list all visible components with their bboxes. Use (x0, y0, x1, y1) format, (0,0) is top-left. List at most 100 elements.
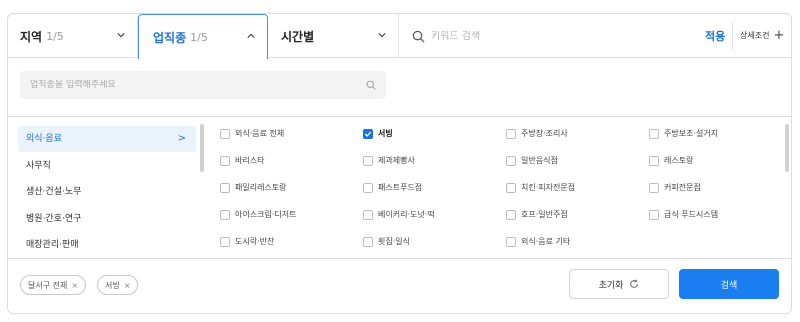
region-dropdown[interactable]: 지역 1/5 (8, 14, 138, 58)
checkbox-icon[interactable] (220, 128, 230, 139)
checkbox-icon[interactable] (506, 182, 516, 193)
subcategory-label: 호프·일반주점 (521, 210, 568, 219)
category-item-label: 외식·음료 (26, 134, 62, 144)
checkbox-icon[interactable] (506, 155, 516, 166)
subcategory-label: 치킨·피자전문점 (521, 183, 576, 192)
category-scrollbar[interactable] (200, 124, 204, 172)
job-dropdown-count: 1/5 (190, 30, 208, 44)
subcategory-option[interactable]: 횟집·일식 (363, 236, 410, 247)
checkbox-icon[interactable] (220, 209, 230, 220)
subcategory-option[interactable]: 제과제빵사 (363, 155, 415, 166)
subcategory-scrollbar[interactable] (785, 124, 789, 172)
job-search-input[interactable] (30, 80, 366, 90)
subcategory-option[interactable]: 커피전문점 (649, 182, 701, 193)
job-dropdown[interactable]: 업직종 1/5 (138, 14, 268, 59)
selected-chip: 서빙 × (97, 275, 139, 295)
checkbox-icon[interactable] (649, 209, 659, 220)
region-dropdown-label: 지역 (20, 29, 43, 44)
subcategory-label: 횟집·일식 (378, 237, 410, 246)
subcategory-option[interactable]: 도시락·반찬 (220, 236, 274, 247)
reset-button[interactable]: 초기화 (569, 269, 669, 299)
subcategory-option[interactable]: 베이커리·도넛·떡 (363, 209, 435, 220)
subcategory-option[interactable]: 주방장·조리사 (506, 128, 568, 139)
category-item[interactable]: 생산·건설·노무 (18, 179, 196, 205)
chip-label: 서빙 (105, 280, 120, 290)
advanced-filter-button[interactable]: 상세조건 + (740, 27, 785, 43)
divider (8, 258, 791, 259)
subcategory-option[interactable]: 레스토랑 (649, 155, 693, 166)
checkbox-checked-icon[interactable] (363, 128, 373, 139)
plus-icon: + (773, 27, 785, 43)
category-item[interactable]: 매장관리·판매 (18, 232, 196, 256)
category-item-label: 사무직 (26, 160, 51, 171)
subcategory-option[interactable]: 주방보조·설거지 (649, 128, 718, 139)
reset-button-label: 초기화 (598, 280, 624, 291)
chevron-down-icon (378, 33, 386, 38)
selected-chip: 달서구 전체 × (20, 275, 87, 295)
subcategory-grid: 외식·음료 전체 서빙 주방장·조리사 주방보조·설거지바리스타 제과제빵사 일반음식점 레… (220, 128, 785, 256)
subcategory-option[interactable]: 서빙 (363, 128, 393, 139)
checkbox-icon[interactable] (220, 236, 230, 247)
checkbox-icon[interactable] (363, 209, 373, 220)
checkbox-icon[interactable] (649, 155, 659, 166)
checkbox-icon[interactable] (506, 128, 516, 139)
subcategory-option[interactable]: 외식·음료 기타 (506, 236, 570, 247)
subcategory-option[interactable]: 일반음식점 (506, 155, 558, 166)
chip-label: 달서구 전체 (28, 280, 68, 290)
subcategory-option[interactable]: 급식·푸드시스템 (649, 209, 718, 220)
apply-button[interactable]: 적용 (705, 28, 725, 44)
category-item-label: 매장관리·판매 (26, 240, 79, 250)
checkbox-icon[interactable] (649, 128, 659, 139)
subcategory-option[interactable]: 치킨·피자전문점 (506, 182, 575, 193)
checkbox-icon[interactable] (220, 155, 230, 166)
checkbox-icon[interactable] (506, 236, 516, 247)
subcategory-label: 서빙 (378, 129, 393, 138)
chevron-down-icon (117, 33, 125, 38)
checkbox-icon[interactable] (649, 182, 659, 193)
subcategory-label: 일반음식점 (521, 156, 558, 165)
category-item[interactable]: 외식·음료 > (18, 126, 196, 152)
time-dropdown-label: 시간별 (281, 29, 315, 44)
category-item[interactable]: 병원·간호·연구 (18, 206, 196, 232)
category-item-label: 생산·건설·노무 (26, 187, 82, 197)
close-icon[interactable]: × (71, 281, 78, 290)
checkbox-icon[interactable] (363, 155, 373, 166)
subcategory-label: 커피전문점 (664, 183, 701, 192)
subcategory-option[interactable]: 바리스타 (220, 155, 264, 166)
divider (732, 22, 733, 50)
subcategory-label: 패밀리레스토랑 (235, 183, 287, 192)
category-item[interactable]: 사무직 (18, 153, 196, 179)
advanced-filter-label: 상세조건 (740, 31, 770, 40)
time-dropdown[interactable]: 시간별 (269, 14, 399, 58)
filter-panel: 지역 1/5 업직종 1/5 시간별 적용 상세조건 + 외식·음료 > 사무직생산… (7, 13, 792, 314)
subcategory-label: 급식·푸드시스템 (664, 210, 719, 219)
region-dropdown-count: 1/5 (46, 29, 64, 43)
category-list: 외식·음료 > 사무직생산·건설·노무병원·간호·연구매장관리·판매 (18, 126, 196, 256)
keyword-search-input[interactable] (431, 30, 671, 42)
chevron-right-icon: > (177, 133, 186, 144)
subcategory-option[interactable]: 아이스크림·디저트 (220, 209, 296, 220)
search-icon (366, 80, 376, 90)
subcategory-label: 레스토랑 (664, 156, 694, 165)
checkbox-icon[interactable] (506, 209, 516, 220)
subcategory-label: 외식·음료 기타 (521, 237, 571, 246)
checkbox-icon[interactable] (220, 182, 230, 193)
chevron-up-icon (247, 33, 255, 38)
search-button[interactable]: 검색 (679, 269, 779, 299)
search-icon (412, 30, 425, 42)
subcategory-label: 주방장·조리사 (521, 129, 568, 138)
subcategory-label: 제과제빵사 (378, 156, 415, 165)
close-icon[interactable]: × (124, 281, 131, 290)
subcategory-label: 도시락·반찬 (235, 237, 275, 246)
job-dropdown-label: 업직종 (153, 30, 187, 45)
subcategory-label: 패스트푸드점 (378, 183, 423, 192)
subcategory-label: 바리스타 (235, 156, 265, 165)
divider (8, 116, 791, 117)
subcategory-option[interactable]: 외식·음료 전체 (220, 128, 284, 139)
subcategory-option[interactable]: 패밀리레스토랑 (220, 182, 287, 193)
checkbox-icon[interactable] (363, 182, 373, 193)
subcategory-option[interactable]: 패스트푸드점 (363, 182, 422, 193)
checkbox-icon[interactable] (363, 236, 373, 247)
keyword-search (400, 14, 700, 58)
subcategory-option[interactable]: 호프·일반주점 (506, 209, 568, 220)
